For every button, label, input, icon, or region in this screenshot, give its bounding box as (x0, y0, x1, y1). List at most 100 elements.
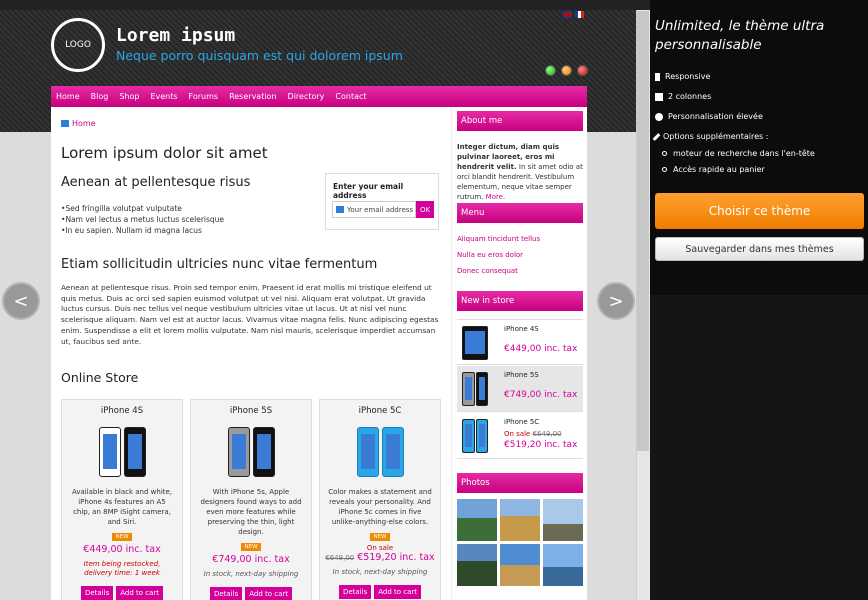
nav-blog[interactable]: Blog (91, 92, 109, 101)
iphone-image[interactable] (320, 425, 440, 477)
home-icon (61, 120, 69, 127)
product-thumb (462, 372, 488, 406)
site-logo[interactable]: LOGO (51, 18, 105, 72)
newsletter-email-input[interactable]: Your email address (332, 201, 416, 218)
online-store-title: Online Store (61, 370, 139, 385)
site-tagline: Neque porro quisquam est qui dolorem ips… (116, 48, 403, 63)
phone-blue (381, 427, 404, 477)
body-paragraph: Aenean at pellentesque risus. Proin sed … (61, 283, 439, 346)
add-to-cart-button[interactable]: Add to cart (245, 587, 293, 600)
details-button[interactable]: Details (80, 586, 114, 600)
newsletter-box: Enter your email address Your email addr… (325, 173, 439, 230)
add-to-cart-button[interactable]: Add to cart (374, 585, 422, 599)
main-nav: Home Blog Shop Events Forums Reservation… (51, 86, 587, 107)
main-content: Home Lorem ipsum dolor sit amet Aenean a… (51, 107, 451, 600)
product-description: Available in black and white, iPhone 4s … (71, 488, 173, 526)
product-card: iPhone 4S Available in black and white, … (61, 399, 183, 600)
item-name[interactable]: iPhone 5S (504, 371, 539, 379)
english-flag-icon[interactable] (563, 11, 572, 18)
product-price: €449,00 inc. tax (83, 544, 161, 555)
breadcrumb-home[interactable]: Home (72, 119, 96, 128)
photo-gallery (457, 499, 583, 586)
nav-directory[interactable]: Directory (288, 92, 325, 101)
iphone-image[interactable] (62, 425, 182, 477)
availability: In stock, next-day shipping (203, 570, 299, 578)
item-price: €449,00 inc. tax (504, 344, 578, 354)
phone-black (123, 427, 146, 477)
product-name[interactable]: iPhone 4S (62, 406, 182, 416)
language-flags (563, 11, 584, 18)
feature-item: Responsive (655, 72, 710, 81)
list-item: Nam vel lectus a metus luctus scelerisqu… (61, 214, 224, 225)
item-name[interactable]: iPhone 4S (504, 325, 539, 333)
nav-events[interactable]: Events (150, 92, 177, 101)
theme-preview-page: LOGO Lorem ipsum Neque porro quisquam es… (0, 0, 868, 600)
product-thumb (462, 326, 488, 360)
theme-title: Unlimited, le thème ultra personnalisabl… (655, 18, 825, 53)
feature-label: Options supplémentaires : (663, 132, 769, 141)
prev-arrow-button[interactable]: < (2, 282, 40, 320)
availability: In stock, next-day shipping (332, 568, 428, 576)
save-theme-button[interactable]: Sauvegarder dans mes thèmes (655, 237, 864, 261)
list-item: Sed fringilla volutpat vulputate (61, 203, 224, 214)
scrollbar-thumb[interactable] (637, 11, 649, 451)
new-in-store-heading: New in store (457, 291, 583, 311)
details-button[interactable]: Details (209, 587, 243, 600)
page-subtitle: Aenean at pellentesque risus (61, 175, 251, 190)
nav-home[interactable]: Home (56, 92, 80, 101)
new-in-store-item[interactable]: iPhone 4S €449,00 inc. tax (457, 319, 583, 365)
sub-feature-item: moteur de recherche dans l'en-tête (662, 149, 815, 158)
product-name[interactable]: iPhone 5S (191, 406, 311, 416)
nav-shop[interactable]: Shop (119, 92, 139, 101)
sub-feature-item: Accès rapide au panier (662, 165, 765, 174)
sidebar-menu-item[interactable]: Aliquam tincidunt tellus (457, 235, 540, 243)
item-price: €519,20 inc. tax (504, 440, 578, 450)
site-preview: LOGO Lorem ipsum Neque porro quisquam es… (0, 10, 636, 600)
photo-thumb[interactable] (457, 544, 497, 586)
availability: Item being restocked, delivery time: 1 w… (83, 560, 161, 577)
sidebar-menu-item[interactable]: Donec consequat (457, 267, 518, 275)
about-more-link[interactable]: More. (486, 193, 506, 201)
bullet-list: Sed fringilla volutpat vulputate Nam vel… (61, 203, 224, 236)
product-card: iPhone 5S With iPhone 5s, Apple designer… (190, 399, 312, 600)
photo-thumb[interactable] (500, 499, 540, 541)
nav-forums[interactable]: Forums (189, 92, 219, 101)
details-button[interactable]: Details (338, 585, 372, 599)
iphone-image[interactable] (191, 425, 311, 477)
green-theme-dot[interactable] (545, 65, 556, 76)
old-price: €649,00 (325, 554, 355, 562)
new-in-store-item[interactable]: iPhone 5C On sale €649,00 €519,20 inc. t… (457, 413, 583, 459)
breadcrumb: Home (61, 119, 96, 128)
photo-thumb[interactable] (500, 544, 540, 586)
product-description: Color makes a statement and reveals your… (328, 488, 432, 526)
next-arrow-button[interactable]: > (597, 282, 635, 320)
feature-item: 2 colonnes (655, 92, 711, 101)
product-card: iPhone 5C Color makes a statement and re… (319, 399, 441, 600)
phone-blue (356, 427, 379, 477)
product-price: €749,00 inc. tax (212, 554, 290, 565)
choose-theme-button[interactable]: Choisir ce thème (655, 193, 864, 229)
red-theme-dot[interactable] (577, 65, 588, 76)
photo-thumb[interactable] (543, 499, 583, 541)
item-name[interactable]: iPhone 5C (504, 418, 539, 426)
newsletter-ok-button[interactable]: OK (416, 201, 434, 218)
new-badge: NEW (370, 533, 390, 541)
about-me-heading: About me (457, 111, 583, 131)
product-name[interactable]: iPhone 5C (320, 406, 440, 416)
sidebar-menu-item[interactable]: Nulla eu eros dolor (457, 251, 523, 259)
nav-reservation[interactable]: Reservation (229, 92, 276, 101)
phone-black (252, 427, 275, 477)
on-sale-label: On sale (366, 544, 394, 552)
photo-thumb[interactable] (457, 499, 497, 541)
french-flag-icon[interactable] (575, 11, 584, 18)
site-title: Lorem ipsum (116, 25, 236, 46)
new-in-store-item[interactable]: iPhone 5S €749,00 inc. tax (457, 366, 583, 412)
nav-contact[interactable]: Contact (335, 92, 366, 101)
new-badge: NEW (241, 543, 261, 551)
orange-theme-dot[interactable] (561, 65, 572, 76)
email-placeholder: Your email address (347, 205, 414, 214)
phone-gray (227, 427, 250, 477)
feature-item: Personnalisation élevée (655, 112, 763, 121)
add-to-cart-button[interactable]: Add to cart (116, 586, 164, 600)
photo-thumb[interactable] (543, 544, 583, 586)
